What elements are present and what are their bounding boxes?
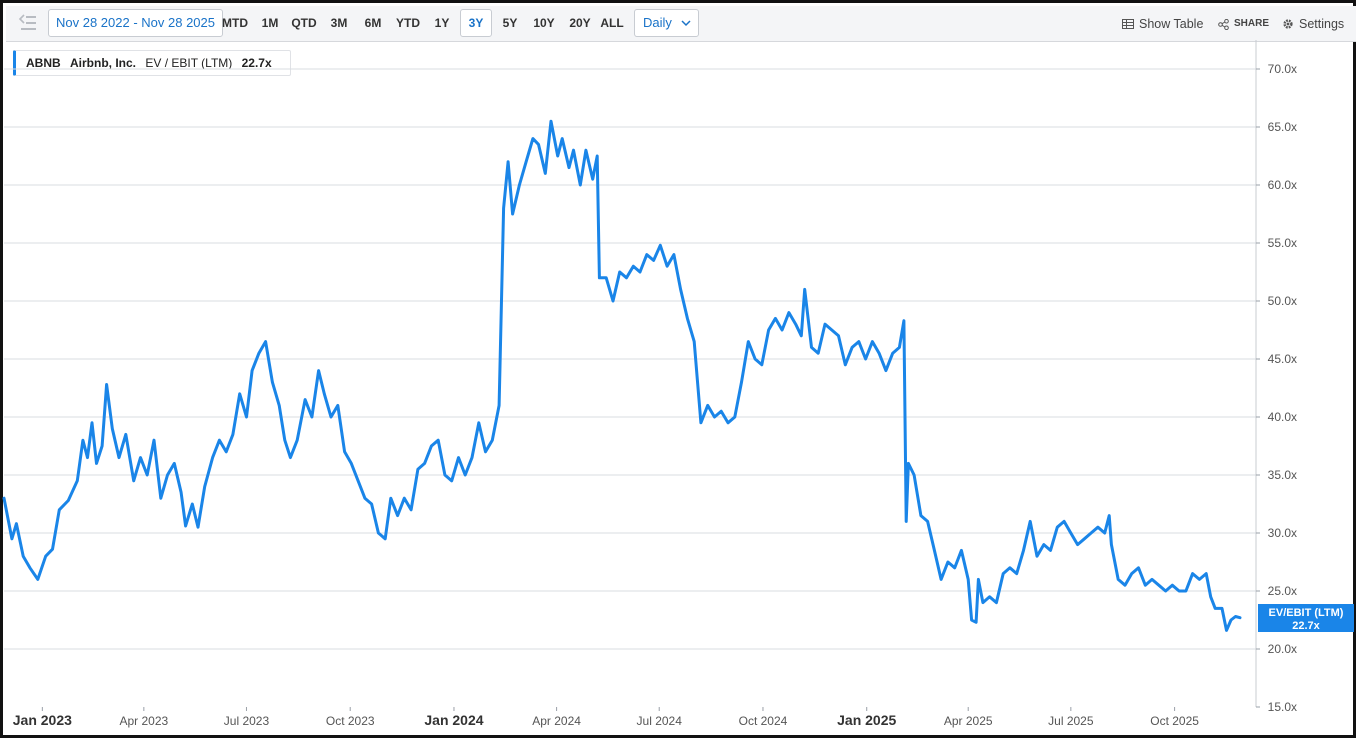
y-tick-label: 45.0x xyxy=(1268,352,1297,366)
x-tick-label: Jul 2025 xyxy=(1048,714,1094,728)
date-range-picker[interactable]: Nov 28 2022 - Nov 28 2025 xyxy=(48,9,223,37)
chart-toolbar: Nov 28 2022 - Nov 28 2025 MTD 1M QTD 3M … xyxy=(6,6,1356,42)
x-tick-label: Jan 2025 xyxy=(837,712,896,728)
legend-company: Airbnb, Inc. xyxy=(70,56,137,70)
settings-button[interactable]: Settings xyxy=(1282,14,1344,34)
x-tick-label: Jan 2023 xyxy=(13,712,72,728)
interval-value: Daily xyxy=(643,15,672,30)
last-value-tag: EV/EBIT (LTM) 22.7x xyxy=(1258,604,1354,632)
y-tick-label: 70.0x xyxy=(1268,62,1297,76)
settings-label: Settings xyxy=(1299,17,1345,31)
x-tick-label: Apr 2024 xyxy=(532,714,581,728)
x-tick-label: Oct 2023 xyxy=(326,714,375,728)
y-tick-label: 30.0x xyxy=(1268,526,1297,540)
x-tick-label: Jul 2023 xyxy=(224,714,270,728)
x-tick-label: Oct 2025 xyxy=(1150,714,1199,728)
show-table-button[interactable]: Show Table xyxy=(1122,14,1203,34)
range-qtd-button[interactable]: QTD xyxy=(288,9,320,37)
share-label: SHARE xyxy=(1234,18,1270,29)
range-10y-button[interactable]: 10Y xyxy=(528,9,560,37)
show-table-label: Show Table xyxy=(1139,17,1204,31)
share-button[interactable]: SHARE xyxy=(1218,14,1269,34)
series-line-ev-ebit xyxy=(2,119,1242,632)
range-3y-button[interactable]: 3Y xyxy=(460,9,492,37)
x-tick-label: Jul 2024 xyxy=(637,714,683,728)
range-all-button[interactable]: ALL xyxy=(598,9,626,37)
legend-metric: EV / EBIT (LTM) xyxy=(145,56,233,70)
last-value-label: EV/EBIT (LTM) xyxy=(1269,607,1344,619)
y-tick-label: 55.0x xyxy=(1268,236,1297,250)
last-value-number: 22.7x xyxy=(1292,620,1320,632)
x-tick-label: Jan 2024 xyxy=(424,712,483,728)
y-tick-label: 20.0x xyxy=(1268,642,1297,656)
line-chart: 15.0x 20.0x 25.0x 30.0x 35.0x 40.0x 45.0x 50.0x… xyxy=(2,40,1354,728)
y-tick-label: 65.0x xyxy=(1268,120,1297,134)
range-ytd-button[interactable]: YTD xyxy=(392,9,424,37)
range-1m-button[interactable]: 1M xyxy=(258,9,282,37)
share-icon xyxy=(1218,18,1229,30)
y-tick-label: 60.0x xyxy=(1268,178,1297,192)
interval-select[interactable]: Daily xyxy=(634,9,699,37)
y-tick-label: 40.0x xyxy=(1268,410,1297,424)
gear-icon xyxy=(1283,19,1293,29)
range-5y-button[interactable]: 5Y xyxy=(498,9,522,37)
chevron-down-icon xyxy=(681,20,691,27)
x-tick-label: Apr 2025 xyxy=(944,714,993,728)
collapse-menu-icon[interactable] xyxy=(18,13,38,33)
range-20y-button[interactable]: 20Y xyxy=(564,9,596,37)
x-tick-label: Oct 2024 xyxy=(739,714,788,728)
table-icon xyxy=(1122,19,1134,29)
y-tick-label: 35.0x xyxy=(1268,468,1297,482)
x-tick-label: Apr 2023 xyxy=(119,714,168,728)
range-6m-button[interactable]: 6M xyxy=(360,9,386,37)
legend-ticker: ABNB xyxy=(26,56,61,70)
y-tick-label: 50.0x xyxy=(1268,294,1297,308)
series-legend: ABNB Airbnb, Inc. EV / EBIT (LTM) 22.7x xyxy=(13,50,291,76)
range-mtd-button[interactable]: MTD xyxy=(218,9,252,37)
legend-value: 22.7x xyxy=(241,56,272,70)
range-3m-button[interactable]: 3M xyxy=(326,9,352,37)
chart-window: Nov 28 2022 - Nov 28 2025 MTD 1M QTD 3M … xyxy=(0,0,1356,738)
y-tick-label: 15.0x xyxy=(1268,700,1297,714)
range-1y-button[interactable]: 1Y xyxy=(430,9,454,37)
y-tick-label: 25.0x xyxy=(1268,584,1297,598)
